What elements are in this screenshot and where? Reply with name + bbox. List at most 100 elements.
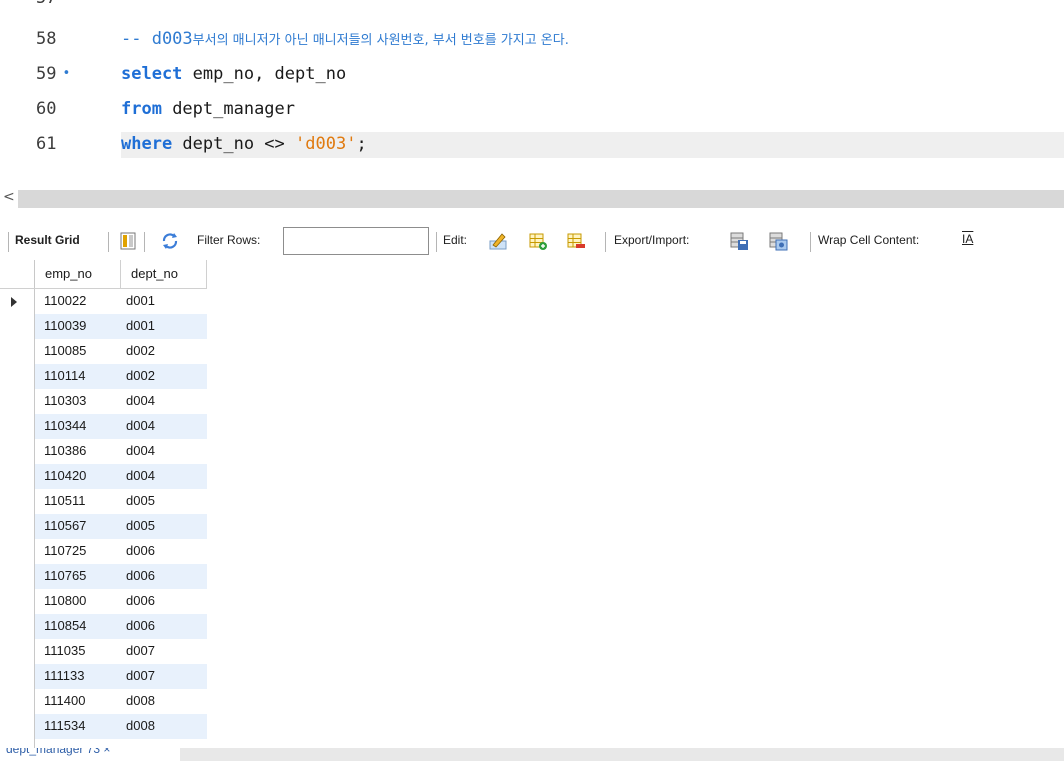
table-row[interactable]: 110725 d006 xyxy=(35,539,207,564)
cell-emp-no[interactable]: 110085 xyxy=(44,343,86,358)
cell-dept-no[interactable]: d007 xyxy=(126,643,155,658)
table-row[interactable]: 110567 d005 xyxy=(35,514,207,539)
table-row[interactable]: 110854 d006 xyxy=(35,614,207,639)
table-row[interactable]: 110344 d004 xyxy=(35,414,207,439)
cell-emp-no[interactable]: 111534 xyxy=(44,718,85,733)
sql-code: from dept_manager xyxy=(121,99,296,119)
table-row[interactable]: 110039 d001 xyxy=(35,314,207,339)
toolbar-separator xyxy=(810,232,811,252)
cell-emp-no[interactable]: 110114 xyxy=(44,368,85,383)
code-line-57: 57 xyxy=(0,0,1064,12)
table-row[interactable]: 111400 d008 xyxy=(35,689,207,714)
table-row[interactable]: 110765 d006 xyxy=(35,564,207,589)
toolbar-separator xyxy=(605,232,606,252)
cell-dept-no[interactable]: d006 xyxy=(126,568,155,583)
table-row[interactable]: 110511 d005 xyxy=(35,489,207,514)
table-row[interactable]: 110386 d004 xyxy=(35,439,207,464)
cell-emp-no[interactable]: 110386 xyxy=(44,443,86,458)
row-header-column xyxy=(0,260,35,750)
scroll-left-icon[interactable]: < xyxy=(3,189,15,205)
cell-emp-no[interactable]: 110854 xyxy=(44,618,86,633)
cell-dept-no[interactable]: d001 xyxy=(126,318,155,333)
result-grid[interactable]: emp_no dept_no 110022 d001 110039 d001 11008… xyxy=(0,260,1064,750)
cell-dept-no[interactable]: d006 xyxy=(126,593,155,608)
cell-dept-no[interactable]: d001 xyxy=(126,293,155,308)
cell-emp-no[interactable]: 110344 xyxy=(44,418,86,433)
current-line-highlight[interactable]: where dept_no <> 'd003'; xyxy=(121,132,1064,158)
grid-header: emp_no dept_no xyxy=(0,260,207,289)
sql-editor[interactable]: 57 58 -- d003부서의 매니저가 아닌 매니저들의 사원번호, 부서 … xyxy=(0,0,1064,188)
result-tab-label: dept_manager 73 × xyxy=(6,748,111,756)
cell-dept-no[interactable]: d002 xyxy=(126,343,155,358)
cell-dept-no[interactable]: d004 xyxy=(126,393,155,408)
sql-keyword: from xyxy=(121,99,162,119)
sql-code: select emp_no, dept_no xyxy=(121,64,347,84)
table-row[interactable]: 111035 d007 xyxy=(35,639,207,664)
cell-dept-no[interactable]: d006 xyxy=(126,618,155,633)
table-row[interactable]: 111133 d007 xyxy=(35,664,207,689)
sql-string: 'd003' xyxy=(295,134,357,154)
cell-emp-no[interactable]: 110039 xyxy=(44,318,86,333)
cell-emp-no[interactable]: 110303 xyxy=(44,393,86,408)
line-number: 61 xyxy=(36,134,57,154)
cell-emp-no[interactable]: 110022 xyxy=(44,293,86,308)
cell-emp-no[interactable]: 111133 xyxy=(44,668,85,683)
export-icon[interactable] xyxy=(729,231,749,251)
add-row-icon[interactable] xyxy=(528,231,548,251)
edit-label: Edit: xyxy=(443,233,468,247)
cell-dept-no[interactable]: d004 xyxy=(126,443,155,458)
delete-row-icon[interactable] xyxy=(566,231,586,251)
table-row[interactable]: 110085 d002 xyxy=(35,339,207,364)
cell-dept-no[interactable]: d008 xyxy=(126,693,155,708)
form-view-icon[interactable] xyxy=(118,231,138,251)
horizontal-scrollbar[interactable]: < xyxy=(0,188,1064,210)
code-line-58[interactable]: 58 -- d003부서의 매니저가 아닌 매니저들의 사원번호, 부서 번호를… xyxy=(0,27,1064,53)
cell-dept-no[interactable]: d002 xyxy=(126,368,155,383)
table-row[interactable]: 110114 d002 xyxy=(35,364,207,389)
code-line-59[interactable]: 59 • select emp_no, dept_no xyxy=(0,62,1064,88)
table-row[interactable]: 111534 d008 xyxy=(35,714,207,739)
column-divider[interactable] xyxy=(120,260,121,288)
cell-dept-no[interactable]: d007 xyxy=(126,668,155,683)
table-row[interactable]: 110420 d004 xyxy=(35,464,207,489)
toolbar-separator xyxy=(144,232,145,252)
filter-rows-label: Filter Rows: xyxy=(197,233,261,247)
wrap-cell-content-label: Wrap Cell Content: xyxy=(818,233,920,247)
cell-dept-no[interactable]: d008 xyxy=(126,718,155,733)
cell-emp-no[interactable]: 111035 xyxy=(44,643,85,658)
import-icon[interactable] xyxy=(768,231,788,251)
refresh-icon[interactable] xyxy=(160,231,180,251)
sql-comment: -- d003부서의 매니저가 아닌 매니저들의 사원번호, 부서 번호를 가지… xyxy=(121,29,569,49)
result-tab[interactable]: dept_manager 73 × xyxy=(0,748,180,761)
table-row[interactable]: 110800 d006 xyxy=(35,589,207,614)
cell-dept-no[interactable]: d004 xyxy=(126,418,155,433)
cell-emp-no[interactable]: 111400 xyxy=(44,693,85,708)
code-line-60[interactable]: 60 from dept_manager xyxy=(0,97,1064,123)
cell-dept-no[interactable]: d005 xyxy=(126,493,155,508)
cell-emp-no[interactable]: 110420 xyxy=(44,468,86,483)
wrap-cell-content-icon[interactable]: IA xyxy=(962,232,973,246)
cell-dept-no[interactable]: d005 xyxy=(126,518,155,533)
edit-row-icon[interactable] xyxy=(488,231,508,251)
statement-marker-icon: • xyxy=(62,66,71,81)
column-header-emp-no[interactable]: emp_no xyxy=(45,266,92,281)
cell-emp-no[interactable]: 110800 xyxy=(44,593,86,608)
filter-rows-input[interactable] xyxy=(283,227,429,255)
table-row[interactable]: 110303 d004 xyxy=(35,389,207,414)
cell-dept-no[interactable]: d004 xyxy=(126,468,155,483)
cell-emp-no[interactable]: 110567 xyxy=(44,518,86,533)
line-number: 59 • xyxy=(36,64,71,84)
cell-emp-no[interactable]: 110765 xyxy=(44,568,86,583)
scrollbar-track[interactable] xyxy=(18,190,1064,208)
table-row[interactable]: 110022 d001 xyxy=(35,289,207,314)
sql-keyword: where xyxy=(121,134,173,154)
column-header-dept-no[interactable]: dept_no xyxy=(131,266,178,281)
sql-code: where dept_no <> 'd003'; xyxy=(121,134,367,154)
line-number: 58 xyxy=(36,29,57,49)
toolbar-separator xyxy=(108,232,109,252)
cell-dept-no[interactable]: d006 xyxy=(126,543,155,558)
column-divider[interactable] xyxy=(206,260,207,288)
cell-emp-no[interactable]: 110725 xyxy=(44,543,86,558)
result-grid-tab[interactable]: Result Grid xyxy=(15,233,80,247)
cell-emp-no[interactable]: 110511 xyxy=(44,493,85,508)
